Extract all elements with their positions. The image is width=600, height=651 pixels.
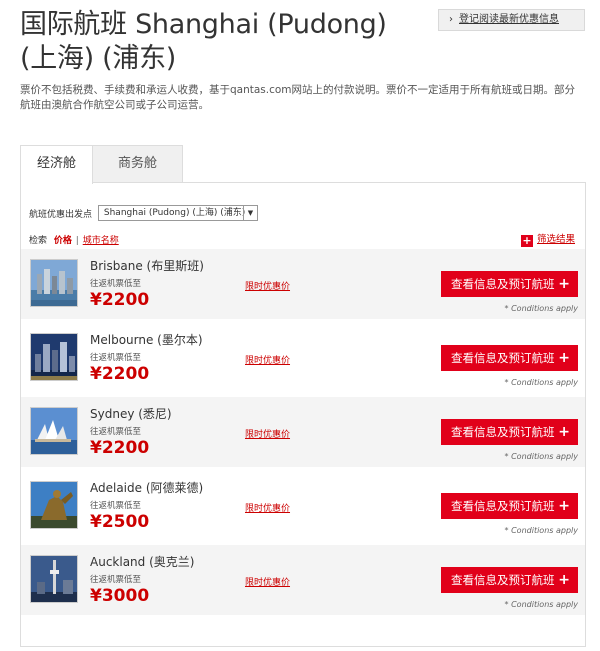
book-button-label: 查看信息及预订航班 <box>451 573 555 587</box>
destination-city: Sydney (悉尼) <box>90 407 172 421</box>
sort-by-price: 价格 <box>53 236 72 246</box>
sydney-opera-house-image <box>30 407 78 455</box>
destination-row: Brisbane (布里斯班) 往返机票低至 ¥2200 限时优惠价 查看信息及… <box>21 249 585 319</box>
book-button-label: 查看信息及预订航班 <box>451 351 555 365</box>
signup-label: 登记阅读最新优惠信息 <box>459 14 559 25</box>
signup-newsletter-button[interactable]: › 登记阅读最新优惠信息 <box>438 9 585 31</box>
conditions-note: * Conditions apply <box>504 600 578 609</box>
limited-offer-link[interactable]: 限时优惠价 <box>245 353 290 366</box>
destination-row: Adelaide (阿德莱德) 往返机票低至 ¥2500 限时优惠价 查看信息及… <box>21 471 585 541</box>
tab-economy[interactable]: 经济舱 <box>20 145 93 184</box>
destination-row: Melbourne (墨尔本) 往返机票低至 ¥2200 限时优惠价 查看信息及… <box>21 323 585 393</box>
destination-price: ¥3000 <box>90 586 150 606</box>
book-button-label: 查看信息及预订航班 <box>451 425 555 439</box>
plus-icon: + <box>558 276 570 292</box>
origin-label: 航班优惠出发点 <box>29 209 93 220</box>
plus-icon: + <box>558 350 570 366</box>
price-from-label: 往返机票低至 <box>90 353 142 363</box>
limited-offer-link[interactable]: 限时优惠价 <box>245 279 290 292</box>
conditions-note: * Conditions apply <box>504 378 578 387</box>
origin-selected-value: Shanghai (Pudong) (上海) (浦东) <box>103 208 246 218</box>
deals-panel: 航班优惠出发点 Shanghai (Pudong) (上海) (浦东) ▼ 检索… <box>20 182 586 647</box>
conditions-note: * Conditions apply <box>504 452 578 461</box>
destination-row: Sydney (悉尼) 往返机票低至 ¥2200 限时优惠价 查看信息及预订航班… <box>21 397 585 467</box>
sort-row: 检索 价格 | 城市名称 <box>29 233 119 246</box>
adelaide-statue-image <box>30 481 78 529</box>
plus-icon: + <box>558 498 570 514</box>
chevron-right-icon: › <box>449 14 453 25</box>
limited-offer-link[interactable]: 限时优惠价 <box>245 501 290 514</box>
destination-city: Melbourne (墨尔本) <box>90 333 203 347</box>
destination-city: Auckland (奥克兰) <box>90 555 195 569</box>
auckland-sky-tower-image <box>30 555 78 603</box>
limited-offer-link[interactable]: 限时优惠价 <box>245 575 290 588</box>
sort-by-city-link[interactable]: 城市名称 <box>83 236 119 246</box>
view-and-book-button[interactable]: 查看信息及预订航班 + <box>441 271 578 297</box>
filter-results-link[interactable]: + 筛选结果 <box>520 231 575 247</box>
sort-label: 检索 <box>29 236 48 246</box>
view-and-book-button[interactable]: 查看信息及预订航班 + <box>441 567 578 593</box>
price-from-label: 往返机票低至 <box>90 279 142 289</box>
destination-price: ¥2500 <box>90 512 150 532</box>
conditions-note: * Conditions apply <box>504 526 578 535</box>
book-button-label: 查看信息及预订航班 <box>451 499 555 513</box>
destination-price: ¥2200 <box>90 438 150 458</box>
price-from-label: 往返机票低至 <box>90 575 142 585</box>
fare-disclaimer: 票价不包括税费、手续费和承运人收费，基于qantas.com网站上的付款说明。票… <box>20 84 576 111</box>
dropdown-arrow-icon: ▼ <box>242 206 257 220</box>
conditions-note: * Conditions apply <box>504 304 578 313</box>
filter-label: 筛选结果 <box>536 234 575 245</box>
view-and-book-button[interactable]: 查看信息及预订航班 + <box>441 493 578 519</box>
destination-price: ¥2200 <box>90 364 150 384</box>
origin-select[interactable]: Shanghai (Pudong) (上海) (浦东) ▼ <box>97 205 258 221</box>
limited-offer-link[interactable]: 限时优惠价 <box>245 427 290 440</box>
price-from-label: 往返机票低至 <box>90 427 142 437</box>
destination-row: Auckland (奥克兰) 往返机票低至 ¥3000 限时优惠价 查看信息及预… <box>21 545 585 615</box>
view-and-book-button[interactable]: 查看信息及预订航班 + <box>441 345 578 371</box>
brisbane-skyline-image <box>30 259 78 307</box>
plus-icon: + <box>558 424 570 440</box>
destination-city: Adelaide (阿德莱德) <box>90 481 204 495</box>
view-and-book-button[interactable]: 查看信息及预订航班 + <box>441 419 578 445</box>
plus-icon: + <box>520 234 533 247</box>
destination-city: Brisbane (布里斯班) <box>90 259 204 273</box>
cabin-tabs: 经济舱 商务舱 <box>20 145 586 184</box>
melbourne-skyline-image <box>30 333 78 381</box>
origin-selector-row: 航班优惠出发点 Shanghai (Pudong) (上海) (浦东) ▼ <box>29 205 258 221</box>
tab-business[interactable]: 商务舱 <box>93 145 183 183</box>
price-from-label: 往返机票低至 <box>90 501 142 511</box>
book-button-label: 查看信息及预订航班 <box>451 277 555 291</box>
plus-icon: + <box>558 572 570 588</box>
page-title: 国际航班 Shanghai (Pudong) (上海) (浦东) <box>20 9 387 74</box>
sort-separator: | <box>75 236 79 246</box>
destination-price: ¥2200 <box>90 290 150 310</box>
